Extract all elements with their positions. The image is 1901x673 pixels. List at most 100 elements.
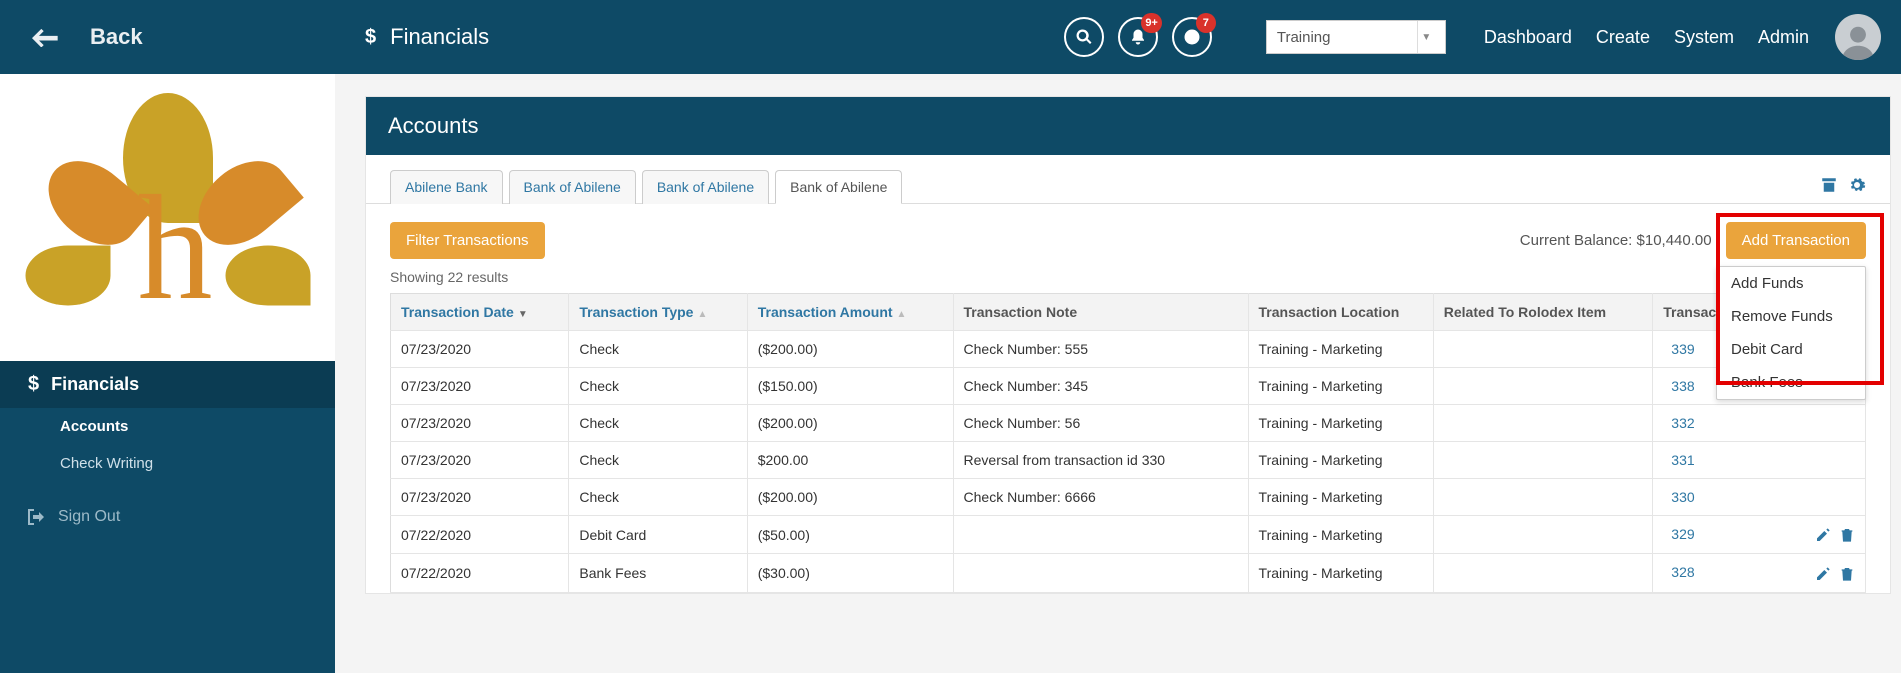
col-header-transaction-amount[interactable]: Transaction Amount▲ [747,294,953,331]
cell: Check Number: 56 [953,405,1248,442]
back-button[interactable]: Back [0,0,335,74]
environment-select[interactable]: Training ▼ [1266,20,1446,54]
topbar-title: $ Financials [365,24,489,50]
cell-txid: 330 [1653,479,1866,516]
sign-out-button[interactable]: Sign Out [0,490,335,544]
dollar-icon: $ [365,26,376,49]
cell: ($200.00) [747,331,953,368]
sort-asc-icon: ▲ [897,309,907,320]
cell-txid: 332 [1653,405,1866,442]
trash-icon [1839,566,1855,582]
col-header-transaction-location: Transaction Location [1248,294,1433,331]
topbar-title-text: Financials [390,24,489,50]
main-content: Accounts Abilene BankBank of AbileneBank… [335,74,1901,673]
txid-value: 332 [1671,415,1694,431]
tab-account-2[interactable]: Bank of Abilene [642,170,769,204]
add-transaction-button[interactable]: Add Transaction [1726,222,1866,259]
table-row: 07/22/2020Debit Card($50.00)Training - M… [391,516,1866,554]
cell: Check [569,442,747,479]
table-row: 07/23/2020Check($200.00)Check Number: 55… [391,331,1866,368]
sidebar-section-financials[interactable]: $ Financials [0,361,335,408]
nav-admin[interactable]: Admin [1746,27,1821,48]
col-header-related-to-rolodex-item: Related To Rolodex Item [1433,294,1653,331]
add-tx-option-bank-fees[interactable]: Bank Fees [1717,366,1865,399]
cell: 07/23/2020 [391,479,569,516]
cell: ($50.00) [747,516,953,554]
org-logo: h [0,74,335,361]
back-label: Back [90,24,143,50]
nav-system[interactable]: System [1662,27,1746,48]
cell: Check Number: 345 [953,368,1248,405]
cell: ($30.00) [747,554,953,592]
avatar-icon [1839,22,1877,60]
tab-account-3[interactable]: Bank of Abilene [775,170,902,204]
transactions-table: Transaction Date▼Transaction Type▲Transa… [390,293,1866,593]
cell: ($200.00) [747,479,953,516]
sidebar-section-label: Financials [51,374,139,395]
col-header-transaction-type[interactable]: Transaction Type▲ [569,294,747,331]
cell: Debit Card [569,516,747,554]
add-tx-option-remove-funds[interactable]: Remove Funds [1717,300,1865,333]
cell [1433,554,1653,592]
sidebar: Back h $ Financials AccountsCheck Writin… [0,0,335,673]
delete-button[interactable] [1839,564,1855,580]
cell: 07/23/2020 [391,405,569,442]
edit-button[interactable] [1815,526,1831,542]
cell: 07/22/2020 [391,516,569,554]
edit-button[interactable] [1815,564,1831,580]
cell: Bank Fees [569,554,747,592]
txid-value: 329 [1671,526,1694,542]
cell: Training - Marketing [1248,405,1433,442]
cell: ($150.00) [747,368,953,405]
history-button[interactable]: 7 [1172,17,1212,57]
txid-value: 331 [1671,452,1694,468]
tab-account-0[interactable]: Abilene Bank [390,170,503,204]
delete-button[interactable] [1839,526,1855,542]
table-row: 07/23/2020Check($150.00)Check Number: 34… [391,368,1866,405]
cell [1433,479,1653,516]
col-header-transaction-date[interactable]: Transaction Date▼ [391,294,569,331]
table-row: 07/23/2020Check($200.00)Check Number: 56… [391,405,1866,442]
sort-asc-icon: ▲ [697,309,707,320]
cell [953,554,1248,592]
table-row: 07/23/2020Check($200.00)Check Number: 66… [391,479,1866,516]
cell: Check Number: 555 [953,331,1248,368]
cell: $200.00 [747,442,953,479]
current-balance: Current Balance: $10,440.00 [1520,232,1712,249]
archive-button[interactable] [1820,176,1838,197]
balance-label: Current Balance: [1520,232,1637,249]
txid-value: 330 [1671,489,1694,505]
sidebar-item-check-writing[interactable]: Check Writing [0,445,335,482]
pencil-icon [1815,527,1831,543]
archive-icon [1820,176,1838,194]
user-avatar[interactable] [1835,14,1881,60]
sidebar-item-accounts[interactable]: Accounts [0,408,335,445]
add-tx-option-add-funds[interactable]: Add Funds [1717,267,1865,300]
chevron-down-icon: ▼ [1417,21,1435,53]
cell: Training - Marketing [1248,554,1433,592]
col-header-transaction-note: Transaction Note [953,294,1248,331]
filter-transactions-button[interactable]: Filter Transactions [390,222,545,259]
tab-account-1[interactable]: Bank of Abilene [509,170,636,204]
txid-value: 339 [1671,341,1694,357]
cell: 07/23/2020 [391,331,569,368]
cell: Training - Marketing [1248,368,1433,405]
settings-button[interactable] [1848,176,1866,197]
cell: Check [569,479,747,516]
add-tx-option-debit-card[interactable]: Debit Card [1717,333,1865,366]
cell: Check [569,331,747,368]
account-tabs: Abilene BankBank of AbileneBank of Abile… [366,155,1890,204]
nav-create[interactable]: Create [1584,27,1662,48]
txid-value: 328 [1671,564,1694,580]
cell: Training - Marketing [1248,479,1433,516]
cell [1433,442,1653,479]
nav-dashboard[interactable]: Dashboard [1472,27,1584,48]
cell [953,516,1248,554]
search-button[interactable] [1064,17,1104,57]
notifications-button[interactable]: 9+ [1118,17,1158,57]
gear-icon [1848,176,1866,194]
top-bar: $ Financials 9+ 7 Training ▼ DashboardCr… [335,0,1901,74]
sort-desc-icon: ▼ [518,309,528,320]
history-badge: 7 [1196,13,1216,33]
cell: Training - Marketing [1248,331,1433,368]
